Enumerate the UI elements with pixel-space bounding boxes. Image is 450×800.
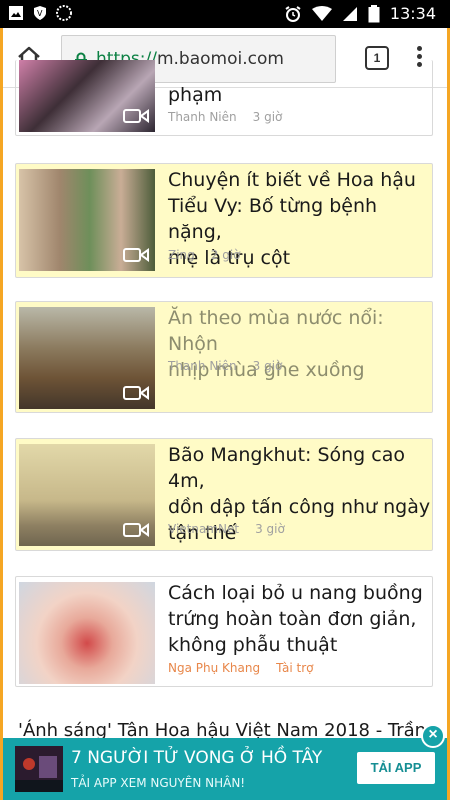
article-title-line: không phẫu thuật (168, 634, 338, 656)
article-meta: Thanh Niên 3 giờ (168, 359, 282, 373)
svg-text:V: V (37, 9, 43, 18)
image-notification-icon (9, 6, 23, 20)
article-title-line: Bão Mangkhut: Sóng cao 4m, (168, 444, 405, 492)
cell-signal-icon (342, 6, 357, 21)
article-card[interactable]: Bão Mangkhut: Sóng cao 4m, dồn dập tấn c… (15, 438, 433, 551)
shield-notification-icon: V (34, 6, 46, 20)
article-title-line: dồn dập tấn công như ngày (168, 496, 431, 518)
close-ad-button[interactable]: × (421, 724, 445, 748)
article-card[interactable]: Ăn theo mùa nước nổi: Nhộn nhịp mùa ghe … (15, 301, 433, 413)
article-time: 3 giờ (252, 110, 283, 124)
article-source: Zing (168, 248, 195, 262)
article-meta: VietnamNet 3 giờ (168, 522, 285, 536)
video-camera-icon (123, 386, 149, 400)
article-card[interactable]: phạm Thanh Niên 3 giờ (15, 60, 433, 136)
video-camera-icon (123, 248, 149, 262)
article-title-line: Ăn theo mùa nước nổi: Nhộn (168, 307, 384, 355)
article-title[interactable]: phạm (168, 82, 222, 108)
article-source: Thanh Niên (168, 110, 237, 124)
article-title-line: Cách loại bỏ u nang buồng (168, 582, 423, 604)
article-title[interactable]: Cách loại bỏ u nang buồng trứng hoàn toà… (168, 580, 423, 658)
video-camera-icon (123, 523, 149, 537)
alarm-icon (285, 5, 301, 22)
article-time: 2 giờ (210, 248, 241, 262)
article-card[interactable]: Cách loại bỏ u nang buồng trứng hoàn toà… (15, 576, 433, 687)
article-meta: Zing 2 giờ (168, 248, 241, 262)
status-bar: V 13:34 (0, 0, 450, 28)
article-thumbnail (19, 307, 155, 409)
video-camera-icon (123, 109, 149, 123)
article-source: Thanh Niên (168, 359, 237, 373)
article-title-line: Chuyện ít biết về Hoa hậu (168, 169, 416, 191)
article-meta: Nga Phụ Khang Tài trợ (168, 661, 314, 675)
sponsored-label: Tài trợ (276, 661, 314, 675)
ad-title: 7 NGƯỜI TỬ VONG Ở HỒ TÂY (71, 748, 323, 768)
status-time: 13:34 (389, 4, 436, 23)
article-time: 3 giờ (255, 522, 285, 536)
article-card[interactable]: Chuyện ít biết về Hoa hậu Tiểu Vy: Bố từ… (15, 163, 433, 278)
menu-dot (416, 46, 422, 51)
article-thumbnail (19, 169, 155, 271)
wifi-icon (311, 5, 332, 21)
article-title-line: phạm (168, 84, 223, 106)
ad-image-icon (15, 746, 63, 792)
article-thumbnail (19, 444, 155, 546)
article-source: VietnamNet (168, 522, 240, 536)
article-source: Nga Phụ Khang (168, 661, 261, 675)
ad-subtitle: TẢI APP XEM NGUYÊN NHÂN! (71, 776, 246, 790)
download-app-button[interactable]: TẢI APP (357, 752, 435, 784)
ad-thumbnail (15, 746, 63, 792)
article-title-line: trứng hoàn toàn đơn giản, (168, 608, 417, 630)
dotted-circle-icon (56, 5, 72, 21)
article-meta: Thanh Niên 3 giờ (168, 110, 282, 124)
article-thumbnail (19, 582, 155, 684)
ad-banner[interactable]: 7 NGƯỜI TỬ VONG Ở HỒ TÂY TẢI APP XEM NGU… (3, 724, 447, 800)
article-time: 3 giờ (252, 359, 283, 373)
article-thumbnail (19, 60, 155, 132)
article-title-line: Tiểu Vy: Bố từng bệnh nặng, (168, 195, 378, 243)
menu-dot (416, 54, 422, 59)
battery-icon (368, 4, 380, 22)
